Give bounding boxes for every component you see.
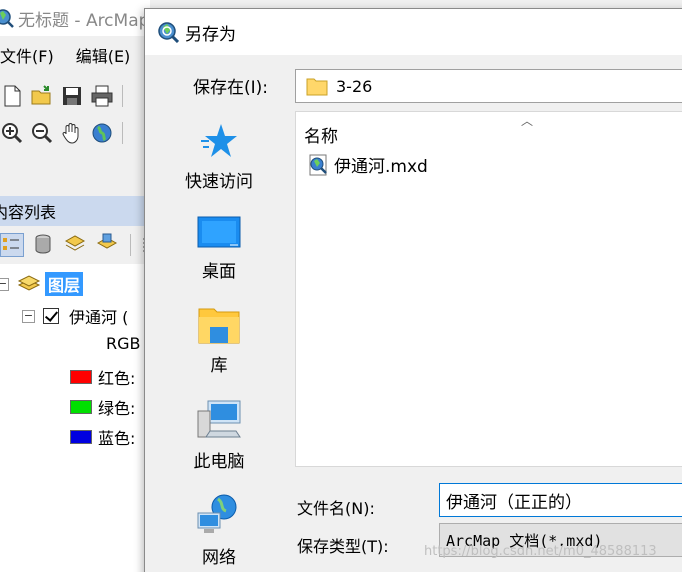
- arcmap-window: 无标题 - ArcMap 文件(F) 编辑(E) 内容列表 − 图层 − 伊通河…: [0, 0, 161, 572]
- full-extent-globe-icon[interactable]: [90, 121, 114, 145]
- zoom-out-icon[interactable]: [30, 121, 54, 145]
- toolbar-separator: [122, 85, 123, 107]
- place-quick-access[interactable]: 快速访问: [145, 121, 293, 192]
- band-label-red: 红色:: [98, 369, 136, 388]
- place-label-network: 网络: [202, 548, 236, 568]
- toolbar-separator: [122, 122, 123, 144]
- dialog-titlebar[interactable]: 另存为: [145, 9, 682, 55]
- toc-row-rgb: RGB: [106, 334, 141, 353]
- save-in-label: 保存在(I):: [193, 78, 269, 98]
- layers-icon: [17, 275, 41, 291]
- band-label-green: 绿色:: [98, 399, 136, 418]
- arcmap-dialog-icon: [158, 22, 179, 43]
- pan-hand-icon[interactable]: [60, 121, 84, 145]
- file-list[interactable]: ︿ 名称 伊通河.mxd: [295, 111, 682, 467]
- arcmap-menubar: 文件(F) 编辑(E): [0, 40, 152, 70]
- star-icon: [201, 124, 237, 157]
- band-row-green[interactable]: 绿色:: [70, 395, 135, 419]
- column-header-name[interactable]: 名称: [304, 122, 338, 147]
- zoom-in-icon[interactable]: [0, 121, 24, 145]
- file-name: 伊通河.mxd: [334, 157, 428, 177]
- toc-layer-name[interactable]: 伊通河 (: [69, 304, 128, 328]
- computer-icon: [197, 400, 241, 438]
- sort-ascending-icon: ︿: [521, 114, 534, 128]
- band-row-red[interactable]: 红色:: [70, 365, 135, 389]
- green-band-swatch[interactable]: [70, 400, 92, 414]
- place-label-quick-access: 快速访问: [185, 172, 253, 192]
- list-by-source-icon[interactable]: [32, 233, 56, 257]
- band-row-blue[interactable]: 蓝色:: [70, 425, 135, 449]
- mxd-file-icon: [309, 154, 327, 175]
- list-by-visibility-icon[interactable]: [64, 233, 88, 257]
- arcmap-titlebar: 无标题 - ArcMap: [0, 0, 150, 36]
- file-type-label: 保存类型(T):: [297, 537, 389, 556]
- place-library[interactable]: 库: [145, 303, 293, 376]
- watermark-text: https://blog.csdn.net/m0_48588113: [424, 544, 657, 559]
- toc-header: 内容列表: [0, 196, 150, 226]
- collapse-toggle-icon[interactable]: −: [22, 309, 35, 323]
- place-this-pc[interactable]: 此电脑: [145, 399, 293, 472]
- desktop-icon: [197, 216, 241, 248]
- library-icon: [198, 308, 240, 344]
- blue-band-swatch[interactable]: [70, 430, 92, 444]
- standard-toolbar: [0, 80, 125, 112]
- list-by-drawing-order-icon[interactable]: [0, 233, 24, 257]
- dialog-body: 保存在(I): 3-26 快速访问 桌面 库 此电脑 网络 ︿ 名称 伊通河.m…: [145, 55, 682, 572]
- arcmap-app-icon: [0, 9, 14, 28]
- network-icon: [197, 494, 237, 533]
- dialog-title: 另存为: [185, 24, 236, 45]
- print-icon[interactable]: [90, 84, 114, 108]
- save-icon[interactable]: [60, 84, 84, 108]
- menu-edit[interactable]: 编辑(E): [76, 43, 131, 67]
- toc-row-raster-layer[interactable]: − 伊通河 (: [22, 304, 128, 328]
- place-label-desktop: 桌面: [202, 262, 236, 282]
- new-document-icon[interactable]: [0, 84, 24, 108]
- places-bar: 快速访问 桌面 库 此电脑 网络: [145, 111, 293, 572]
- folder-icon: [306, 78, 328, 96]
- toc-row-layers[interactable]: − 图层: [0, 272, 84, 296]
- layer-visibility-checkbox[interactable]: [43, 308, 59, 324]
- save-as-dialog: 另存为 保存在(I): 3-26 快速访问 桌面 库 此电脑 网络 ︿ 名称 伊…: [144, 8, 682, 572]
- place-network[interactable]: 网络: [145, 493, 293, 568]
- list-by-selection-icon[interactable]: [96, 233, 120, 257]
- open-folder-icon[interactable]: [30, 84, 54, 108]
- red-band-swatch[interactable]: [70, 370, 92, 384]
- arcmap-title: 无标题 - ArcMap: [18, 10, 150, 31]
- toc-root-layer-label[interactable]: 图层: [45, 272, 84, 296]
- toc-tree: − 图层 − 伊通河 ( RGB 红色: 绿色: 蓝色:: [0, 264, 150, 572]
- place-desktop[interactable]: 桌面: [145, 215, 293, 282]
- toc-toolbar: [0, 229, 165, 261]
- toc-header-label: 内容列表: [0, 203, 57, 222]
- place-label-this-pc: 此电脑: [193, 452, 245, 472]
- menu-file[interactable]: 文件(F): [0, 43, 54, 67]
- file-name-input[interactable]: [439, 483, 682, 517]
- toolbar-separator: [130, 234, 131, 256]
- place-label-library: 库: [210, 356, 228, 376]
- file-name-label: 文件名(N):: [297, 499, 375, 518]
- collapse-toggle-icon[interactable]: −: [0, 277, 9, 291]
- tools-toolbar: [0, 117, 125, 149]
- list-item[interactable]: 伊通河.mxd: [306, 152, 428, 177]
- band-label-blue: 蓝色:: [98, 429, 136, 448]
- screen: 无标题 - ArcMap 文件(F) 编辑(E) 内容列表 − 图层 − 伊通河…: [0, 0, 682, 572]
- rgb-label: RGB: [106, 334, 141, 353]
- save-in-dropdown[interactable]: 3-26: [295, 69, 682, 103]
- save-in-value: 3-26: [336, 76, 373, 96]
